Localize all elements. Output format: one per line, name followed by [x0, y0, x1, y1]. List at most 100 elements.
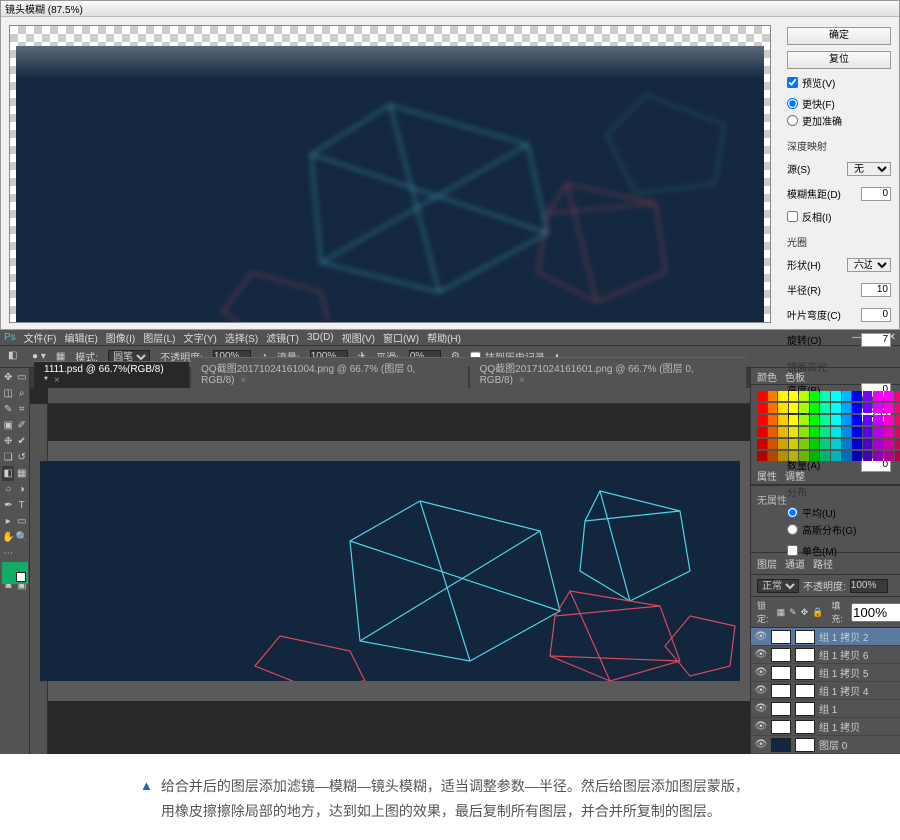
eyedropper-tool[interactable]: ✐: [15, 418, 27, 433]
swatch[interactable]: [831, 427, 841, 437]
invert-checkbox[interactable]: 反相(I): [787, 209, 891, 224]
ruler-horizontal[interactable]: [48, 388, 750, 404]
ok-button[interactable]: 确定: [787, 27, 891, 45]
swatch[interactable]: [831, 415, 841, 425]
frame-tool[interactable]: ▣: [2, 418, 14, 433]
swatch[interactable]: [799, 391, 809, 401]
swatch[interactable]: [873, 439, 883, 449]
source-select[interactable]: 无: [847, 162, 891, 176]
swatch[interactable]: [789, 415, 799, 425]
swatch[interactable]: [852, 391, 862, 401]
dodge-tool[interactable]: ◑: [15, 482, 27, 497]
swatch[interactable]: [757, 451, 767, 461]
lasso-tool[interactable]: ⌕: [15, 386, 27, 401]
dialog-titlebar[interactable]: 镜头模糊 (87.5%): [1, 1, 899, 17]
swatch[interactable]: [820, 451, 830, 461]
swatch[interactable]: [799, 403, 809, 413]
close-icon[interactable]: ×: [54, 375, 60, 386]
crop-tool[interactable]: ⌗: [15, 402, 27, 417]
lock-position-icon[interactable]: ✥: [801, 607, 809, 618]
brush-tool[interactable]: ✔: [15, 434, 27, 449]
uniform-radio[interactable]: 平均(U): [787, 505, 891, 520]
swatch[interactable]: [820, 391, 830, 401]
swatch[interactable]: [842, 451, 852, 461]
swatch[interactable]: [873, 415, 883, 425]
swatch[interactable]: [852, 415, 862, 425]
swatch[interactable]: [863, 391, 873, 401]
radius-input[interactable]: [861, 283, 891, 297]
menu-layer[interactable]: 图层(L): [143, 330, 175, 345]
visibility-eye-icon[interactable]: 👁: [755, 667, 767, 679]
swatch[interactable]: [884, 427, 894, 437]
swatch[interactable]: [757, 415, 767, 425]
layers-tab[interactable]: 图层: [757, 556, 777, 571]
visibility-eye-icon[interactable]: 👁: [755, 631, 767, 643]
swatch[interactable]: [895, 403, 900, 413]
preview-checkbox[interactable]: 预览(V): [787, 75, 891, 90]
swatch[interactable]: [757, 391, 767, 401]
swatch[interactable]: [831, 391, 841, 401]
swatch[interactable]: [820, 439, 830, 449]
layer-row[interactable]: 👁组 1: [751, 700, 900, 718]
swatch[interactable]: [757, 403, 767, 413]
swatch[interactable]: [789, 451, 799, 461]
swatch[interactable]: [768, 451, 778, 461]
swatch[interactable]: [768, 427, 778, 437]
menu-edit[interactable]: 编辑(E): [64, 330, 97, 345]
layer-row[interactable]: 👁图层 0: [751, 736, 900, 754]
history-brush-tool[interactable]: ↺: [15, 450, 27, 465]
swatch[interactable]: [873, 403, 883, 413]
edit-toolbar[interactable]: ⋯: [2, 546, 14, 561]
healing-tool[interactable]: ❉: [2, 434, 14, 449]
swatch[interactable]: [884, 451, 894, 461]
tab-3[interactable]: QQ截图20171024161601.png @ 66.7% (图层 0, RG…: [470, 357, 746, 388]
swatch[interactable]: [863, 451, 873, 461]
swatch[interactable]: [778, 391, 788, 401]
blur-tool[interactable]: ○: [2, 482, 14, 497]
visibility-eye-icon[interactable]: 👁: [755, 739, 767, 751]
swatch[interactable]: [757, 427, 767, 437]
swatch[interactable]: [789, 427, 799, 437]
close-icon[interactable]: ×: [241, 375, 247, 386]
swatch[interactable]: [778, 415, 788, 425]
visibility-eye-icon[interactable]: 👁: [755, 721, 767, 733]
menu-filter[interactable]: 滤镜(T): [266, 330, 299, 345]
swatch[interactable]: [789, 403, 799, 413]
swatch[interactable]: [799, 415, 809, 425]
layer-row[interactable]: 👁组 1 拷贝 5: [751, 664, 900, 682]
swatch[interactable]: [820, 415, 830, 425]
artboard-tool[interactable]: ▭: [15, 370, 27, 385]
swatch[interactable]: [810, 403, 820, 413]
zoom-tool[interactable]: 🔍: [15, 530, 27, 545]
swatch[interactable]: [799, 439, 809, 449]
layer-fill-input[interactable]: [851, 603, 900, 622]
shape-tool[interactable]: ▭: [15, 514, 27, 529]
menu-image[interactable]: 图像(I): [106, 330, 135, 345]
lock-pixels-icon[interactable]: ✎: [789, 607, 797, 618]
color-tab[interactable]: 颜色: [757, 369, 777, 384]
swatch[interactable]: [778, 427, 788, 437]
swatch[interactable]: [863, 403, 873, 413]
pen-tool[interactable]: ✒: [2, 498, 14, 513]
swatch[interactable]: [863, 415, 873, 425]
swatch[interactable]: [852, 403, 862, 413]
layer-row[interactable]: 👁组 1 拷贝 4: [751, 682, 900, 700]
clone-tool[interactable]: ❏: [2, 450, 14, 465]
visibility-eye-icon[interactable]: 👁: [755, 685, 767, 697]
swatch[interactable]: [778, 439, 788, 449]
gaussian-radio[interactable]: 高斯分布(G): [787, 522, 891, 537]
preview-canvas[interactable]: [9, 25, 771, 323]
menu-window[interactable]: 窗口(W): [383, 330, 419, 345]
hand-tool[interactable]: ✋: [2, 530, 14, 545]
swatch[interactable]: [852, 451, 862, 461]
swatch[interactable]: [757, 439, 767, 449]
cancel-button[interactable]: 复位: [787, 51, 891, 69]
swatch[interactable]: [778, 451, 788, 461]
menu-file[interactable]: 文件(F): [24, 330, 57, 345]
swatch[interactable]: [895, 439, 900, 449]
visibility-eye-icon[interactable]: 👁: [755, 703, 767, 715]
swatch[interactable]: [863, 439, 873, 449]
gradient-tool[interactable]: ▦: [15, 466, 27, 481]
swatch[interactable]: [895, 391, 900, 401]
swatch[interactable]: [810, 427, 820, 437]
